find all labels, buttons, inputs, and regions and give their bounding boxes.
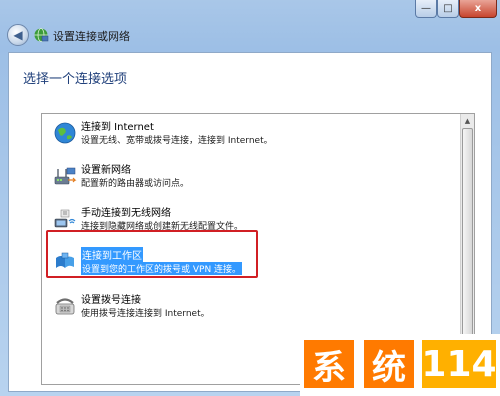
back-arrow-icon: ◀ [13, 28, 23, 42]
window-title: 设置连接或网络 [53, 30, 130, 43]
option-title: 设置拨号连接 [81, 295, 141, 306]
wireless-network-icon [54, 209, 76, 228]
option-title: 设置新网络 [81, 165, 131, 176]
option-setup-new-network[interactable]: 设置新网络 配置新的路由器或访问点。 [45, 159, 445, 199]
scroll-up-icon[interactable]: ▲ [461, 114, 474, 128]
scroll-thumb[interactable] [462, 128, 473, 358]
watermark-number: 114 [421, 340, 497, 388]
dialup-phone-icon [55, 298, 75, 315]
navigation-bar: ◀ 设置连接或网络 [0, 22, 500, 50]
minimize-button[interactable]: — [415, 0, 437, 18]
option-setup-dialup[interactable]: 设置拨号连接 使用拨号连接连接到 Internet。 [45, 289, 445, 329]
globe-internet-icon [54, 122, 76, 144]
page-heading: 选择一个连接选项 [23, 72, 128, 87]
watermark-char-1: 系 [304, 340, 354, 388]
annotation-highlight-box [46, 230, 258, 278]
back-button[interactable]: ◀ [7, 24, 29, 46]
network-router-icon [54, 167, 77, 185]
close-button[interactable]: x [459, 0, 497, 18]
option-description: 设置无线、宽带或拨号连接，连接到 Internet。 [81, 136, 273, 146]
option-description: 配置新的路由器或访问点。 [81, 179, 190, 189]
watermark-char-2: 统 [364, 340, 414, 388]
option-description: 使用拨号连接连接到 Internet。 [81, 309, 210, 319]
option-title: 手动连接到无线网络 [81, 208, 171, 219]
maximize-button[interactable]: □ [437, 0, 459, 18]
site-watermark: 系 统 114 [300, 334, 500, 396]
option-title: 连接到 Internet [81, 122, 154, 133]
wizard-window: — □ x ◀ 设置连接或网络 选择一个连接选项 连接到 Internet 设置… [0, 0, 500, 396]
option-connect-internet[interactable]: 连接到 Internet 设置无线、宽带或拨号连接，连接到 Internet。 [45, 116, 445, 156]
network-wizard-icon [34, 28, 49, 42]
